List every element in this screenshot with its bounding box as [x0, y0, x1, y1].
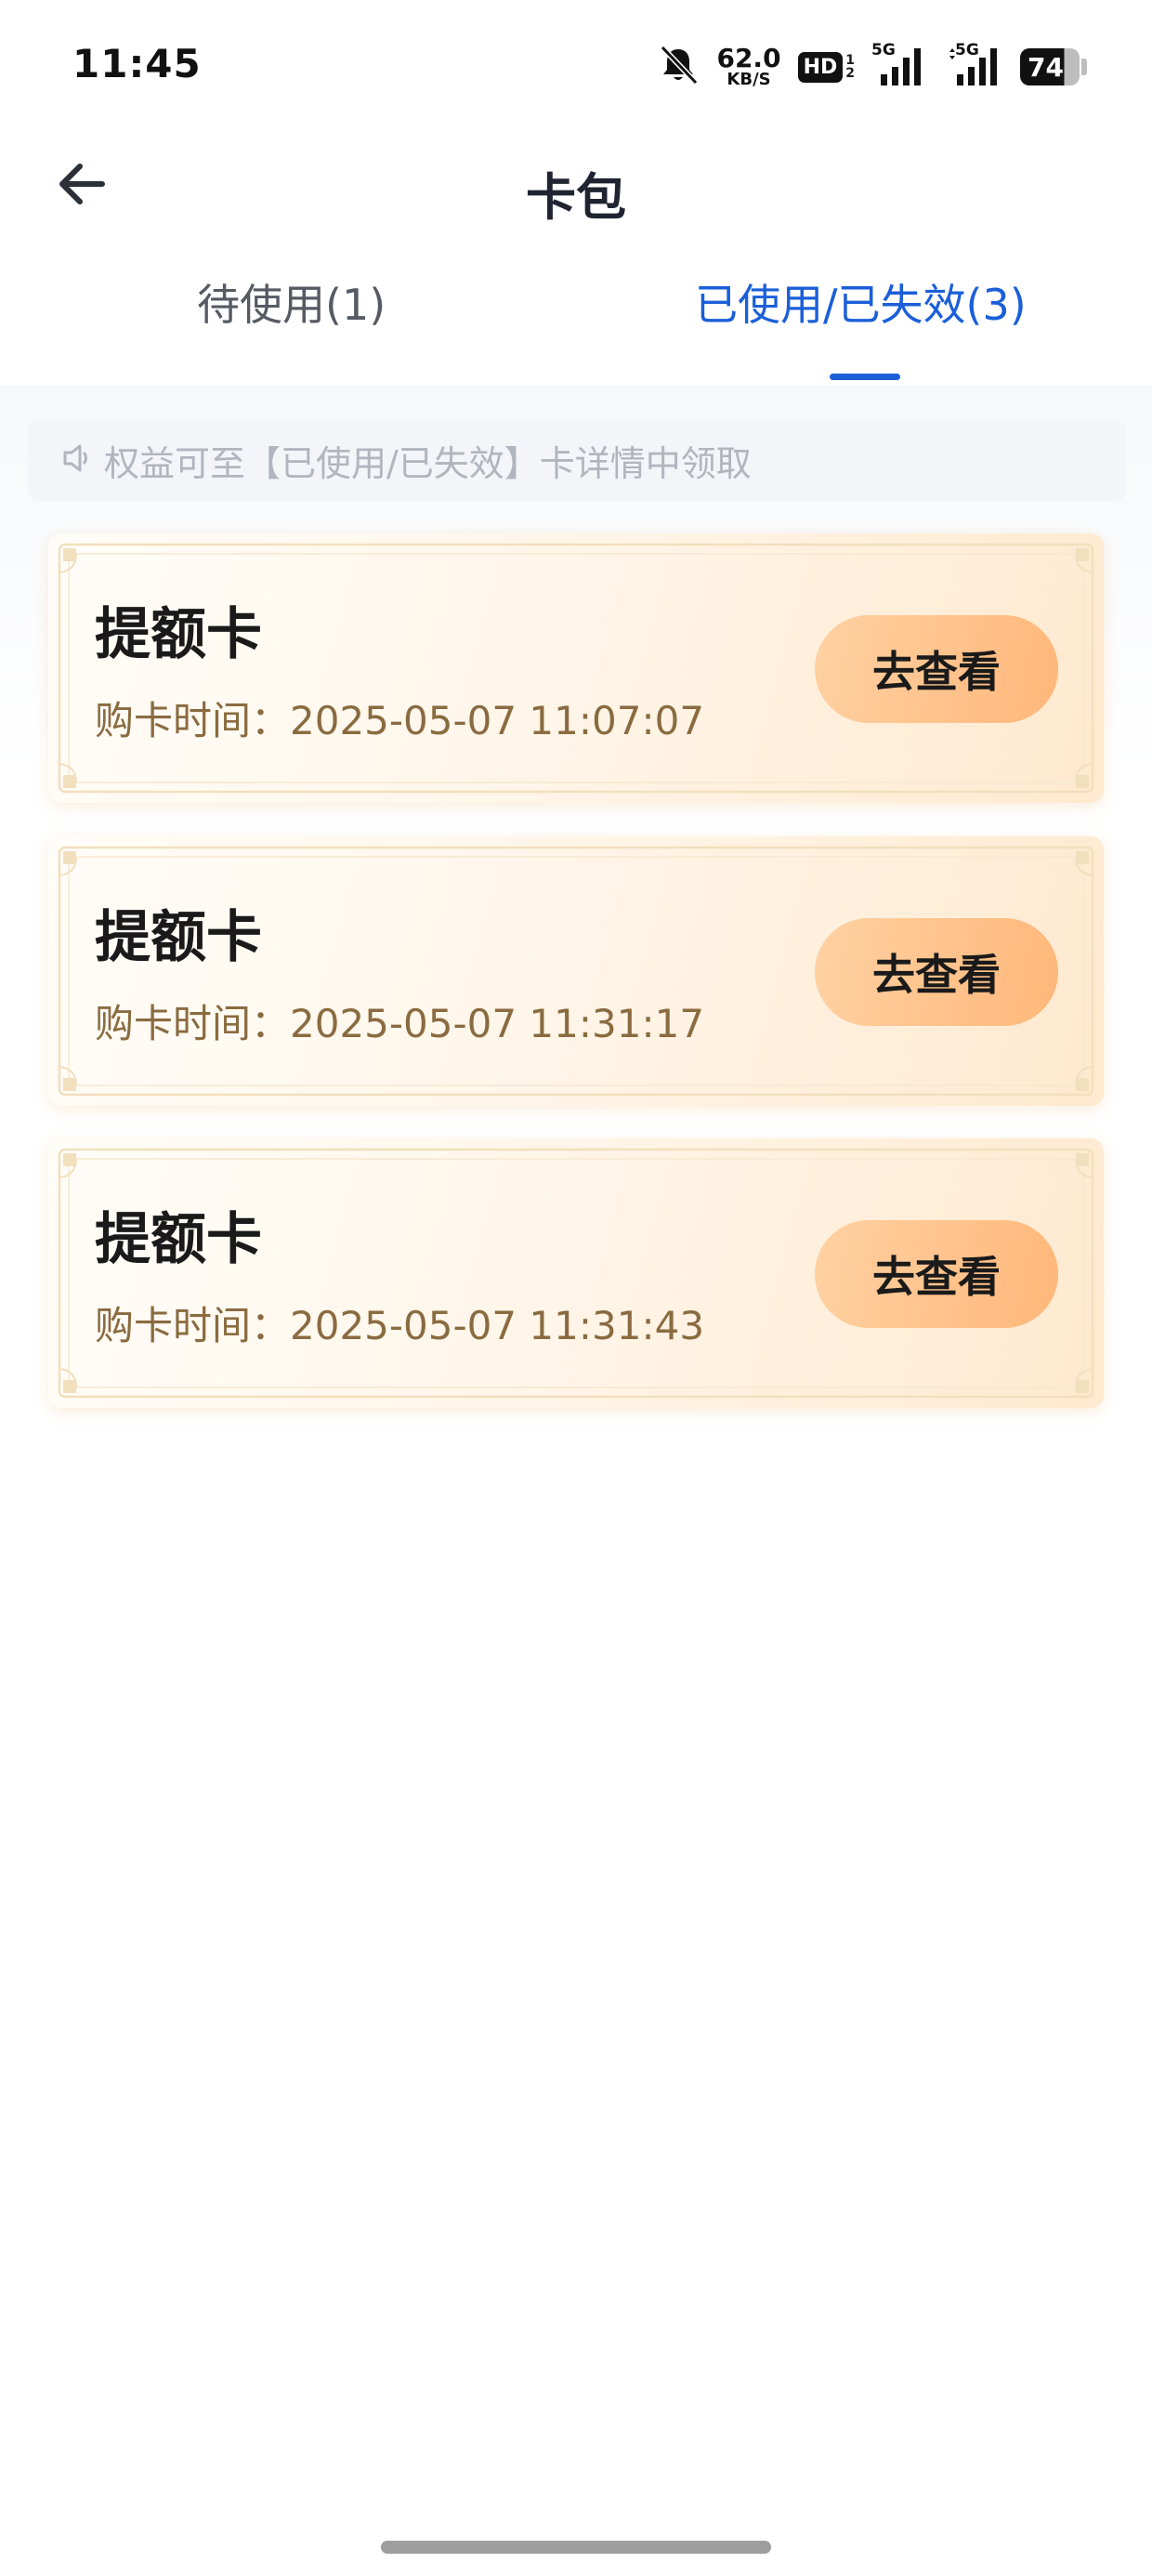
- card-purchase-time: 购卡时间：2025-05-07 11:31:43: [95, 1303, 705, 1348]
- card-purchase-time: 购卡时间：2025-05-07 11:31:17: [95, 1001, 705, 1046]
- home-indicator[interactable]: [381, 2541, 771, 2554]
- notice-bar: 权益可至【已使用/已失效】卡详情中领取: [28, 419, 1126, 501]
- bell-muted-icon: [657, 44, 700, 90]
- card-item: 提额卡 购卡时间：2025-05-07 11:31:43 去查看: [48, 1138, 1104, 1408]
- card-item: 提额卡 购卡时间：2025-05-07 11:31:17 去查看: [48, 836, 1104, 1106]
- signal-icon: 5G: [871, 41, 929, 87]
- card-purchase-time: 购卡时间：2025-05-07 11:07:07: [95, 698, 705, 743]
- page-title: 卡包: [526, 168, 626, 227]
- active-tab-indicator: [830, 374, 900, 380]
- status-icons: 62.0 KB/S HD 1 2 5G 5G 74: [657, 41, 1087, 93]
- signal-icon: 5G: [946, 41, 1003, 87]
- battery-level: 74: [1020, 48, 1080, 85]
- net-speed: 62.0 KB/S: [716, 46, 780, 88]
- view-button[interactable]: 去查看: [815, 615, 1058, 723]
- tab-bar: 待使用(1) 已使用/已失效(3): [0, 271, 1152, 383]
- net-speed-value: 62.0: [716, 43, 781, 73]
- status-bar: 11:45 62.0 KB/S HD 1 2 5G 5G 74: [0, 0, 1152, 139]
- speaker-icon: [61, 442, 91, 478]
- net-speed-unit: KB/S: [727, 70, 771, 89]
- card-title: 提额卡: [95, 1207, 262, 1272]
- hd-sub-top: 1: [845, 53, 855, 68]
- view-button[interactable]: 去查看: [815, 1220, 1058, 1328]
- card-title: 提额卡: [95, 602, 262, 667]
- hd-badge: HD 1 2: [797, 51, 855, 83]
- hd-label: HD: [797, 51, 844, 83]
- hd-sub-bottom: 2: [845, 66, 855, 81]
- battery-icon: 74: [1020, 48, 1087, 85]
- card-title: 提额卡: [95, 905, 262, 970]
- nav-bar: 卡包: [0, 139, 1152, 232]
- view-button[interactable]: 去查看: [815, 918, 1058, 1026]
- tab-used-expired[interactable]: 已使用/已失效(3): [695, 271, 1027, 333]
- status-time: 11:45: [72, 41, 202, 86]
- notice-text: 权益可至【已使用/已失效】卡详情中领取: [104, 442, 752, 484]
- card-item: 提额卡 购卡时间：2025-05-07 11:07:07 去查看: [48, 533, 1104, 803]
- tab-pending[interactable]: 待使用(1): [197, 271, 386, 333]
